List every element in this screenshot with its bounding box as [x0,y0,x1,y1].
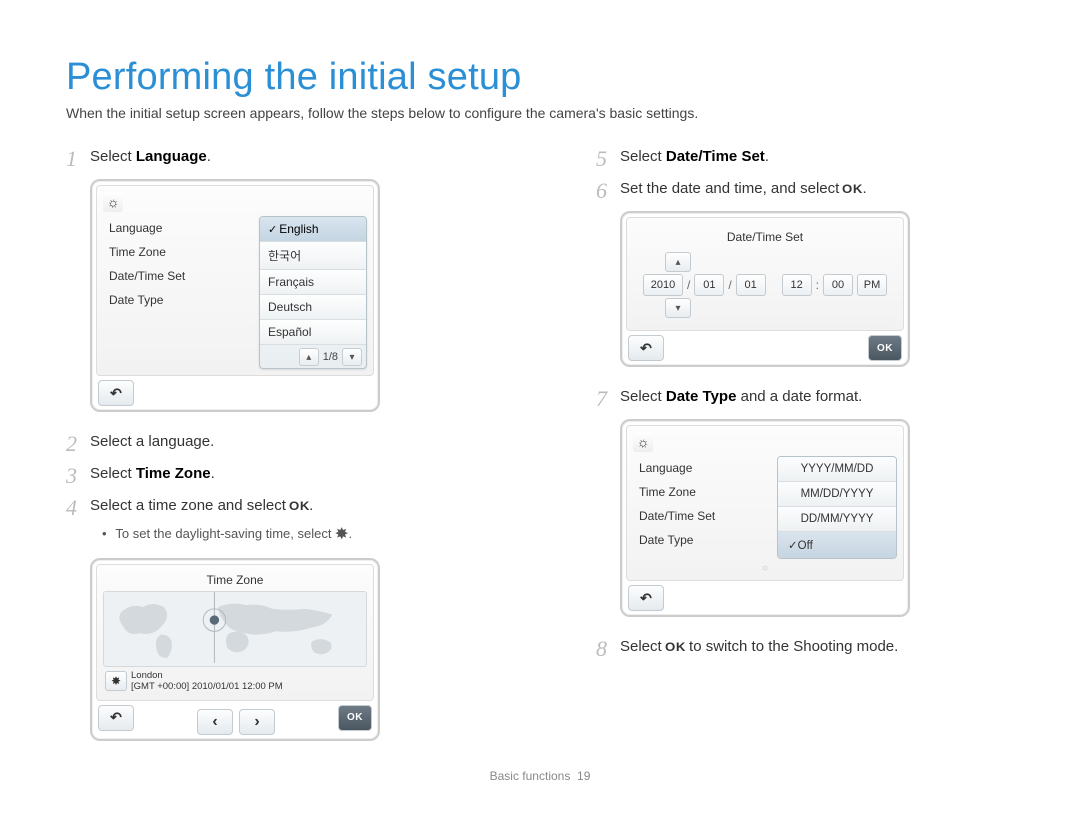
lang-option-korean[interactable]: 한국어 [260,242,366,270]
timezone-title: Time Zone [103,571,367,591]
page-down-button[interactable]: ▾ [342,348,362,366]
ok-button[interactable]: OK [338,705,372,731]
right-column: 5 Select Date/Time Set. 6 Set the date a… [596,145,1026,759]
month-field[interactable]: 01 [694,274,724,296]
value-down-button[interactable]: ▾ [665,298,691,318]
datetype-options: YYYY/MM/DD MM/DD/YYYY DD/MM/YYYY ✓Off [777,456,897,559]
step-number: 5 [596,141,607,176]
step-4-substep: • To set the daylight-saving time, selec… [102,522,496,548]
timezone-screen: Time Zone [90,558,380,741]
step-2: 2 Select a language. [66,430,496,454]
datetype-screen: Language Time Zone Date/Time Set Date Ty… [620,419,910,617]
back-button[interactable] [98,380,134,406]
menu-item-datetype[interactable]: Date Type [633,528,773,552]
world-map-svg [104,592,366,663]
dst-button[interactable] [105,671,127,691]
menu-item-timezone[interactable]: Time Zone [633,480,773,504]
datetype-option-off[interactable]: ✓Off [778,532,896,558]
menu-item-language[interactable]: Language [103,216,255,240]
year-field[interactable]: 2010 [643,274,683,296]
ok-button[interactable]: OK [868,335,902,361]
lang-option-german[interactable]: Deutsch [260,295,366,320]
ok-icon: OK [843,180,864,199]
page-footer: Basic functions 19 [0,769,1080,783]
step-7: 7 Select Date Type and a date format. [596,385,1026,409]
step-number: 6 [596,173,607,208]
gear-icon [103,192,123,212]
left-column: 1 Select Language. Language Time Zone Da… [66,145,496,759]
check-icon [268,222,279,236]
menu-item-timezone[interactable]: Time Zone [103,240,255,264]
ok-icon: OK [289,497,310,516]
value-up-button[interactable]: ▴ [665,252,691,272]
check-icon: ✓ [788,540,798,552]
ampm-field[interactable]: PM [857,274,887,296]
world-map[interactable] [103,591,367,667]
lang-option-spanish[interactable]: Español [260,320,366,345]
hour-field[interactable]: 12 [782,274,812,296]
page-up-button[interactable]: ▴ [299,348,319,366]
language-screen: Language Time Zone Date/Time Set Date Ty… [90,179,380,412]
back-button[interactable] [628,335,664,361]
datetype-option-ddmmyyyy[interactable]: DD/MM/YYYY [778,507,896,532]
gear-icon [633,432,653,452]
step-number: 2 [66,426,77,461]
step-number: 8 [596,631,607,666]
datetype-option-mmddyyyy[interactable]: MM/DD/YYYY [778,482,896,507]
page-indicator: ○ [633,559,897,574]
step-number: 4 [66,490,77,525]
day-field[interactable]: 01 [736,274,766,296]
datetype-option-yyyymmdd[interactable]: YYYY/MM/DD [778,457,896,482]
lang-option-french[interactable]: Français [260,270,366,295]
step-number: 1 [66,141,77,176]
datetime-screen: Date/Time Set ▴ 2010 / 01 / 01 12 : 00 [620,211,910,367]
back-button[interactable] [628,585,664,611]
step-number: 7 [596,381,607,416]
step-3: 3 Select Time Zone. [66,462,496,486]
settings-menu-list: Language Time Zone Date/Time Set Date Ty… [103,216,255,369]
step-5: 5 Select Date/Time Set. [596,145,1026,169]
next-button[interactable] [239,709,275,735]
lang-option-english[interactable]: English [260,217,366,242]
pager-label: 1/8 [323,351,338,363]
language-options: English 한국어 Français Deutsch Español ▴ 1… [259,216,367,369]
menu-item-datetimeset[interactable]: Date/Time Set [103,264,255,288]
menu-item-datetimeset[interactable]: Date/Time Set [633,504,773,528]
intro-text: When the initial setup screen appears, f… [66,105,1014,121]
prev-button[interactable] [197,709,233,735]
menu-item-datetype[interactable]: Date Type [103,288,255,312]
timezone-readout: London [GMT +00:00] 2010/01/01 12:00 PM [131,670,283,692]
step-1: 1 Select Language. [66,145,496,169]
step-8: 8 Select OK to switch to the Shooting mo… [596,635,1026,659]
menu-item-language[interactable]: Language [633,456,773,480]
sun-icon: ✸ [335,522,349,548]
step-number: 3 [66,458,77,493]
settings-menu-list: Language Time Zone Date/Time Set Date Ty… [633,456,773,559]
minute-field[interactable]: 00 [823,274,853,296]
step-6: 6 Set the date and time, and select OK. [596,177,1026,201]
step-4: 4 Select a time zone and select OK. • To… [66,494,496,548]
page-title: Performing the initial setup [66,56,1014,99]
ok-icon: OK [665,638,686,657]
back-button[interactable] [98,705,134,731]
datetime-title: Date/Time Set [637,230,893,250]
